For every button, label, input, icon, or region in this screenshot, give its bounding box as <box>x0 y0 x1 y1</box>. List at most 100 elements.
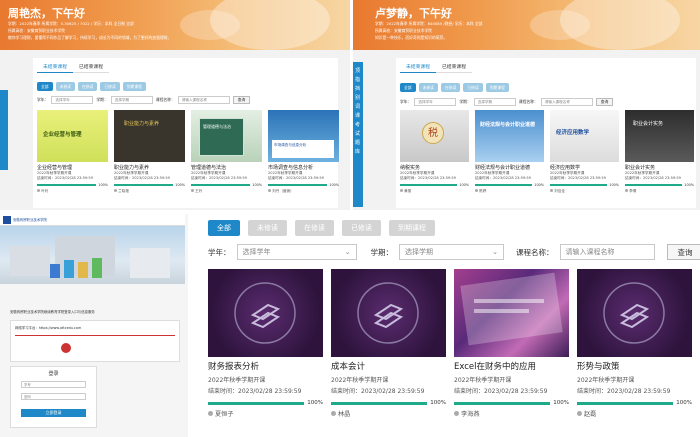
password-input[interactable]: 密码 <box>21 393 86 400</box>
course-name: 形势与政策 <box>577 362 620 372</box>
term-label: 学年： <box>208 247 231 257</box>
tab-ongoing[interactable]: 未结束课程 <box>400 61 436 73</box>
welcome-banner: 卢梦静，下午好 学期：2022年春季 所属学院：840085 /财经/ 学历：本… <box>353 0 700 50</box>
course-end-time: 结束时间：2023/02/28 23:59:59 <box>625 176 681 180</box>
term-select[interactable]: 选择学年 <box>414 98 457 106</box>
tab-ended[interactable]: 已结束课程 <box>436 61 472 73</box>
course-card[interactable]: 财经法规与会计职业道德 财经法规与会计职业道德 2022年秋季学期开课 结束时间… <box>475 110 544 194</box>
course-logo-icon <box>603 282 665 344</box>
progress-bar <box>114 184 174 186</box>
side-nav-item[interactable]: 指 <box>353 75 363 84</box>
filter-not-started[interactable]: 未修读 <box>248 220 287 236</box>
semester-select[interactable]: 选择学期 <box>473 98 516 106</box>
progress-percent: 100% <box>459 183 469 187</box>
course-end-time: 结束时间：2023/02/28 23:59:59 <box>454 388 548 395</box>
filter-completed[interactable]: 已修读 <box>463 83 483 92</box>
url-text: 网络学习平台：https://www.attcedu.com <box>15 326 82 330</box>
filter-in-progress[interactable]: 在修读 <box>295 220 334 236</box>
filter-in-progress[interactable]: 在修读 <box>440 83 461 92</box>
course-thumbnail: 税 <box>400 110 469 162</box>
info-line: 所属高校：安徽商贸职业技术学院 <box>8 28 65 33</box>
filter-all[interactable]: 全部 <box>37 82 53 91</box>
course-name: 纳税实务 <box>400 165 421 171</box>
search-button[interactable]: 查询 <box>232 96 251 104</box>
side-nav-item[interactable]: 挡 <box>353 84 363 93</box>
side-nav-item[interactable]: 库 <box>353 147 363 156</box>
search-button[interactable]: 查询 <box>666 244 700 260</box>
teacher-name: 王玲 <box>191 189 262 194</box>
instruction-screenshot: 网络学习平台：https://www.attcedu.com <box>10 320 180 362</box>
side-nav-item[interactable]: 考 <box>353 120 363 129</box>
filter-expired[interactable]: 到期课程 <box>122 82 146 91</box>
course-name-label: 课程名称： <box>518 99 538 104</box>
course-end-time: 结束时间：2023/02/28 23:59:59 <box>114 176 170 180</box>
course-card[interactable]: 经济应用数学 经济应用数学 2022年秋季学期开课 结束时间：2023/02/2… <box>550 110 619 194</box>
semester-label: 学期： <box>459 99 471 104</box>
info-line: 知识是一种快乐，而好奇则是知识的萌芽。 <box>375 35 448 40</box>
course-end-time: 结束时间：2023/02/28 23:59:59 <box>400 176 456 180</box>
person-icon <box>37 189 40 192</box>
semester-select[interactable]: 选择学期 <box>110 96 153 104</box>
course-name-label: 课程名称： <box>516 247 554 257</box>
filter-all[interactable]: 全部 <box>400 83 416 92</box>
caption: 安徽商贸职业技术学院继续教育学院登录入口与信息服务 <box>10 310 95 314</box>
tab-ended[interactable]: 已结束课程 <box>73 61 109 73</box>
side-nav-item[interactable]: 课 <box>353 111 363 120</box>
side-nav-item[interactable]: 题 <box>353 138 363 147</box>
filter-expired[interactable]: 到期课程 <box>485 83 509 92</box>
course-thumbnail <box>577 269 692 357</box>
course-thumbnail: 管理道德与法治 <box>191 110 262 162</box>
school-logo <box>3 216 11 224</box>
term-label: 学年： <box>400 99 412 104</box>
side-nav-item[interactable]: 词 <box>353 102 363 111</box>
course-card[interactable]: 成本会计 2022年秋季学期开课 结束时间：2023/02/28 23:59:5… <box>331 269 446 418</box>
semester-select[interactable]: 选择学期 ⌄ <box>399 244 504 260</box>
filter-expired[interactable]: 到期课程 <box>389 220 435 236</box>
course-name-input[interactable]: 请输入课程名称 <box>177 96 230 104</box>
login-button[interactable]: 立即登录 <box>21 409 86 417</box>
search-button[interactable]: 查询 <box>595 98 614 106</box>
side-nav-item[interactable]: 别 <box>353 93 363 102</box>
course-end-time: 结束时间：2023/02/28 23:59:59 <box>550 176 606 180</box>
course-card[interactable]: 管理道德与法治 管理道德与法治 2022年秋季学期开课 结束时间：2023/02… <box>191 110 262 194</box>
course-name-input[interactable]: 请输入课程名称 <box>540 98 593 106</box>
course-term: 2022年秋季学期开课 <box>208 377 266 384</box>
course-card[interactable]: 企业经营与管理 企业经营与管理 2022年秋季学期开课 结束时间：2023/02… <box>37 110 108 194</box>
course-thumbnail: 企业经营与管理 <box>37 110 108 162</box>
person-icon <box>577 411 582 416</box>
course-card[interactable]: 职业会计实务 职业会计实务 2022年秋季学期开课 结束时间：2023/02/2… <box>625 110 694 194</box>
filter-in-progress[interactable]: 在修读 <box>77 82 98 91</box>
teacher-name: 刘佳佳 <box>550 189 619 194</box>
chevron-down-icon: ⌄ <box>344 248 351 256</box>
progress-percent: 100% <box>98 183 108 187</box>
progress-percent: 100% <box>329 183 339 187</box>
teacher-name: 陈婷 <box>475 189 544 194</box>
username-input[interactable]: 学号 <box>21 381 86 388</box>
term-select[interactable]: 选择学年 ⌄ <box>236 244 357 260</box>
person-icon <box>454 411 459 416</box>
collage: 周艳杰，下午好 学期：2022年春季 所属学院：5.30625 / 7022 /… <box>0 0 700 437</box>
tab-ongoing[interactable]: 未结束课程 <box>37 61 73 73</box>
term-select[interactable]: 选择学年 <box>51 96 94 104</box>
filter-completed[interactable]: 已修读 <box>100 82 120 91</box>
course-card[interactable]: 税 纳税实务 2022年秋季学期开课 结束时间：2023/02/28 23:59… <box>400 110 469 194</box>
side-nav <box>0 90 8 170</box>
welcome-banner: 周艳杰，下午好 学期：2022年春季 所属学院：5.30625 / 7022 /… <box>0 0 350 50</box>
term-label: 学年： <box>37 97 49 102</box>
course-card[interactable]: 市场调查与信息分析 市场调查与信息分析 2022年秋季学期开课 结束时间：202… <box>268 110 339 194</box>
course-card[interactable]: 财务报表分析 2022年秋季学期开课 结束时间：2023/02/28 23:59… <box>208 269 323 418</box>
filter-not-started[interactable]: 未修读 <box>55 82 75 91</box>
filter-all[interactable]: 全部 <box>208 220 240 236</box>
side-nav-item[interactable]: 试 <box>353 129 363 138</box>
filter-not-started[interactable]: 未修读 <box>418 83 438 92</box>
course-logo-icon <box>234 282 296 344</box>
side-nav-item[interactable]: 顶 <box>353 66 363 75</box>
panel-top-right: 卢梦静，下午好 学期：2022年春季 所属学院：840085 /财经/ 学历：本… <box>353 0 700 210</box>
filter-completed[interactable]: 已修读 <box>342 220 381 236</box>
course-card[interactable]: 形势与政策 2022年秋季学期开课 结束时间：2023/02/28 23:59:… <box>577 269 692 418</box>
course-card[interactable]: Excel在财务中的应用 2022年秋季学期开课 结束时间：2023/02/28… <box>454 269 569 418</box>
progress-percent: 100% <box>175 183 185 187</box>
course-name-input[interactable]: 请输入课程名称 <box>559 244 655 260</box>
course-name: 财务报表分析 <box>208 362 260 372</box>
course-card[interactable]: 职业能力与素养 职业能力与素养 2022年秋季学期开课 结束时间：2023/02… <box>114 110 185 194</box>
